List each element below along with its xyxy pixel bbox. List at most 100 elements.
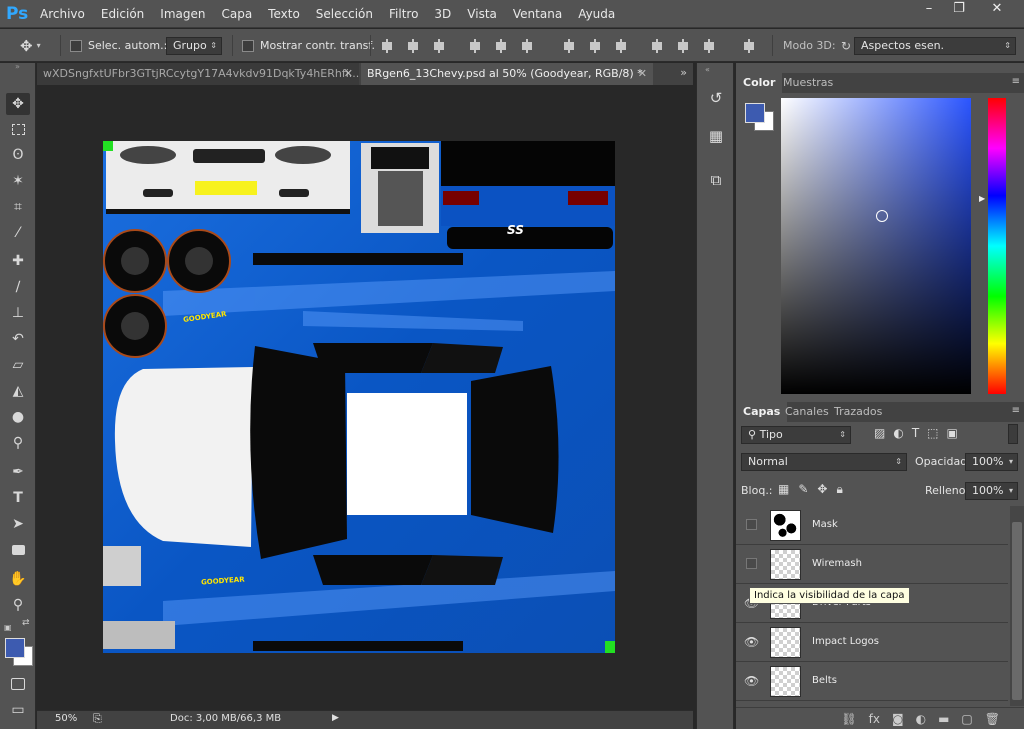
align-vcenter-icon[interactable] [406,39,420,53]
history-panel-icon[interactable]: ↺ [705,87,727,109]
lock-all-icon[interactable]: 🔒︎ [836,482,842,497]
eye-icon[interactable]: 👁︎ [744,674,759,688]
filter-toggle[interactable] [1008,424,1018,444]
menu-item-8[interactable]: Vista [459,0,505,28]
adjustment-filter-icon[interactable]: ◐ [893,426,903,440]
lock-pixels-icon[interactable]: ✎ [798,482,808,497]
share-icon[interactable]: ⎘ [93,712,102,726]
dodge-tool-icon[interactable]: ⚲ [6,432,30,454]
tab-paths[interactable]: Trazados [827,402,889,422]
auto-align-icon[interactable] [742,39,756,53]
hue-slider[interactable] [988,98,1006,394]
scrollbar-thumb[interactable] [1012,522,1022,700]
hue-slider-handle-icon[interactable]: ▶ [979,194,985,203]
shape-filter-icon[interactable]: ⬚ [927,426,938,440]
menu-item-3[interactable]: Capa [213,0,260,28]
layers-scrollbar[interactable] [1010,506,1024,706]
lock-position-icon[interactable]: ✥ [817,482,827,497]
menu-item-4[interactable]: Texto [260,0,308,28]
eraser-tool-icon[interactable]: ▱ [6,354,30,376]
align-right-icon[interactable] [520,39,534,53]
dist-vcenter-icon[interactable] [588,39,602,53]
dist-left-icon[interactable] [650,39,664,53]
clone-stamp-tool-icon[interactable]: ⊥ [6,302,30,324]
dist-hcenter-icon[interactable] [676,39,690,53]
healing-brush-tool-icon[interactable]: ✚ [6,250,30,272]
auto-select-dropdown[interactable]: Grupo ⇕ [166,36,222,55]
show-transform-checkbox[interactable] [242,39,254,52]
tab-document-2[interactable]: BRgen6_13Chevy.psd al 50% (Goodyear, RGB… [361,63,653,85]
menu-item-1[interactable]: Edición [93,0,152,28]
close-tab-icon[interactable]: ✕ [638,63,647,85]
color-picker-cursor[interactable] [876,210,888,222]
marquee-tool-icon[interactable] [6,118,30,140]
color-field[interactable] [781,98,971,394]
menu-item-6[interactable]: Filtro [381,0,426,28]
zoom-level[interactable]: 50% [55,713,77,724]
dist-bottom-icon[interactable] [614,39,628,53]
screen-mode-icon[interactable]: ▭ [6,699,30,721]
menu-item-7[interactable]: 3D [426,0,459,28]
rectangle-tool-icon[interactable] [6,539,30,561]
opacity-input[interactable]: 100% ▾ [965,453,1018,471]
foreground-color-swatch[interactable] [5,638,25,658]
menu-item-10[interactable]: Ayuda [570,0,623,28]
panel-menu-icon[interactable]: ≡ [1012,405,1020,416]
swap-colors-icon[interactable]: ⇄ [22,618,30,628]
tab-document-1[interactable]: wXDSngfxtUFbr3GTtjRCcytgY17A4vkdv91DqkTy… [37,63,359,85]
type-filter-icon[interactable]: T [912,426,919,440]
blend-mode-dropdown[interactable]: Normal ⇕ [741,453,907,471]
minimize-button[interactable]: – [914,0,944,20]
align-bottom-icon[interactable] [432,39,446,53]
close-button[interactable]: ✕ [974,0,1020,20]
fill-input[interactable]: 100% ▾ [965,482,1018,500]
layer-filter-dropdown[interactable]: ⚲ Tipo ⇕ [741,426,851,444]
status-menu-arrow-icon[interactable]: ▶ [332,713,339,723]
align-left-icon[interactable] [468,39,482,53]
restore-button[interactable]: ❐ [944,0,974,20]
delete-layer-icon[interactable]: 🗑︎ [985,712,1000,726]
close-tab-icon[interactable]: ✕ [344,63,353,85]
car-wrap-artwork[interactable]: GOODYEAR GOODYEAR SS [103,141,615,653]
blur-tool-icon[interactable]: ● [6,406,30,428]
canvas-area[interactable]: GOODYEAR GOODYEAR SS [37,85,693,710]
rotate-3d-icon[interactable]: ↻ [841,39,851,53]
layer-row[interactable]: 👁︎ Belts [736,662,1008,701]
auto-select-option[interactable]: Selec. autom.: [70,29,167,62]
auto-select-checkbox[interactable] [70,39,82,52]
layer-row[interactable]: Wiremash [736,545,1008,584]
crop-tool-icon[interactable]: ⌗ [6,196,30,218]
dist-right-icon[interactable] [702,39,716,53]
lock-transparent-icon[interactable]: ▦ [778,482,789,497]
new-layer-icon[interactable]: ▢ [961,712,972,726]
move-tool-preset[interactable]: ✥ ▾ [20,29,41,62]
menu-item-9[interactable]: Ventana [505,0,570,28]
menu-item-2[interactable]: Imagen [152,0,213,28]
layer-style-icon[interactable]: fx [869,712,880,726]
lasso-tool-icon[interactable]: ʘ [6,144,30,166]
pixel-filter-icon[interactable]: ▨ [874,426,885,440]
quick-mask-icon[interactable] [6,673,30,695]
3d-panel-icon[interactable]: ▦ [705,125,727,147]
new-group-icon[interactable]: ▬ [938,712,949,726]
tab-swatches[interactable]: Muestras [776,73,840,93]
brush-tool-icon[interactable]: ∕ [6,276,30,298]
panel-menu-icon[interactable]: ≡ [1012,76,1020,87]
menu-item-0[interactable]: Archivo [32,0,93,28]
type-tool-icon[interactable]: T [6,487,30,509]
align-top-icon[interactable] [380,39,394,53]
default-colors-icon[interactable]: ▣ [4,623,12,632]
zoom-tool-icon[interactable]: ⚲ [6,594,30,616]
dock-collapse-icon[interactable]: « [705,65,710,74]
layer-row[interactable]: 👁︎ Impact Logos [736,623,1008,662]
properties-panel-icon[interactable]: ⧉ [705,169,727,191]
visibility-toggle[interactable] [746,558,757,569]
smart-object-filter-icon[interactable]: ▣ [947,426,958,440]
workspace-dropdown[interactable]: Aspectos esen. ⇕ [854,36,1016,55]
dist-top-icon[interactable] [562,39,576,53]
hand-tool-icon[interactable]: ✋ [6,568,30,590]
path-selection-tool-icon[interactable]: ➤ [6,513,30,535]
history-brush-tool-icon[interactable]: ↶ [6,328,30,350]
color-foreground-swatch[interactable] [745,103,765,123]
move-tool-icon[interactable]: ✥ [6,93,30,115]
